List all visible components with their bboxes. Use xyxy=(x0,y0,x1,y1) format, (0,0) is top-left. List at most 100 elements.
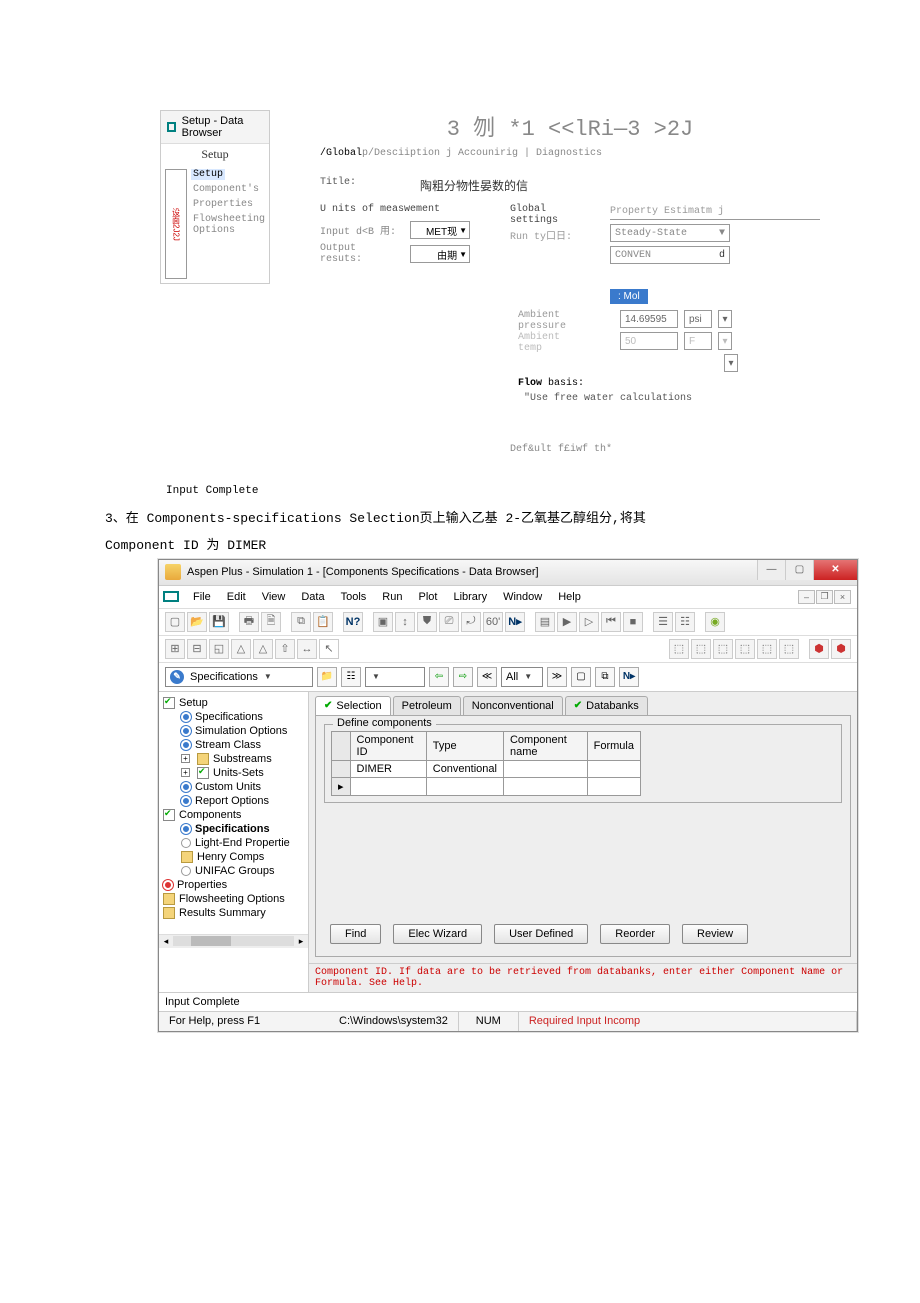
tool-d[interactable]: ⎚ xyxy=(439,612,459,632)
expander-icon[interactable]: + xyxy=(181,768,190,777)
open-icon[interactable]: 📂 xyxy=(187,612,207,632)
ambient-pressure-value[interactable]: 14.69595 xyxy=(620,310,678,328)
tab-nonconventional[interactable]: Nonconventional xyxy=(463,696,563,715)
t2-n[interactable]: ⬢ xyxy=(809,639,829,659)
menu-edit[interactable]: Edit xyxy=(221,589,252,605)
ambient-temp-unit[interactable]: F xyxy=(684,332,712,350)
tool-b[interactable]: ↕ xyxy=(395,612,415,632)
print-icon[interactable]: 🖶 xyxy=(239,612,259,632)
ambient-pressure-unit[interactable]: psi xyxy=(684,310,712,328)
scroll-thumb[interactable] xyxy=(191,936,231,946)
maximize-button[interactable]: ▢ xyxy=(785,560,813,580)
t2-g[interactable]: ↔ xyxy=(297,639,317,659)
nav-first-icon[interactable]: ≪ xyxy=(477,667,497,687)
print-preview-icon[interactable]: 🗎 xyxy=(261,612,281,632)
tool-e[interactable]: ⤾ xyxy=(461,612,481,632)
user-defined-button[interactable]: User Defined xyxy=(494,924,588,944)
scroll-right-icon[interactable]: ▸ xyxy=(294,936,308,947)
t2-d[interactable]: △ xyxy=(231,639,251,659)
tab-selection[interactable]: ✔Selection xyxy=(315,696,391,715)
menu-run[interactable]: Run xyxy=(376,589,408,605)
rewind-icon[interactable]: ⏮ xyxy=(601,612,621,632)
mini-tree-properties[interactable]: Properties xyxy=(191,199,269,210)
tab-databanks[interactable]: ✔Databanks xyxy=(565,696,648,715)
cell-empty[interactable] xyxy=(503,777,587,795)
menu-view[interactable]: View xyxy=(256,589,292,605)
menu-tools[interactable]: Tools xyxy=(335,589,373,605)
filter-all[interactable]: All▼ xyxy=(501,667,543,687)
mini-tree-setup[interactable]: Setup xyxy=(191,169,225,180)
tree-units-sets[interactable]: +Units-Sets xyxy=(159,766,308,780)
tool-g[interactable]: ☰ xyxy=(653,612,673,632)
mini-tree-flowsheeting[interactable]: Flowsheeting Options xyxy=(191,214,269,236)
menu-window[interactable]: Window xyxy=(497,589,548,605)
tab-petroleum[interactable]: Petroleum xyxy=(393,696,461,715)
table-row-empty[interactable]: ▸ xyxy=(332,777,641,795)
help-icon[interactable]: N? xyxy=(343,612,363,632)
tree-sim-options[interactable]: Simulation Options xyxy=(159,724,308,738)
paste-icon[interactable]: 📋 xyxy=(313,612,333,632)
tool-c[interactable]: ⛊ xyxy=(417,612,437,632)
folder-up-icon[interactable]: 📁 xyxy=(317,667,337,687)
t2-m[interactable]: ⬚ xyxy=(779,639,799,659)
scroll-left-icon[interactable]: ◂ xyxy=(159,936,173,947)
cell-formula[interactable] xyxy=(587,760,640,777)
nav-tool-a[interactable]: ☷ xyxy=(341,667,361,687)
valid-phases-dd[interactable]: ▾ xyxy=(724,354,738,372)
cell-component-id[interactable]: DIMER xyxy=(350,760,426,777)
find-button[interactable]: Find xyxy=(330,924,381,944)
cursor-icon[interactable]: ↖ xyxy=(319,639,339,659)
elec-wizard-button[interactable]: Elec Wizard xyxy=(393,924,482,944)
tree-flowsheeting[interactable]: Flowsheeting Options xyxy=(159,892,308,906)
t2-f[interactable]: ⇧ xyxy=(275,639,295,659)
menu-file[interactable]: File xyxy=(187,589,217,605)
tree-scrollbar[interactable]: ◂ ▸ xyxy=(159,934,308,948)
tool-a[interactable]: ▣ xyxy=(373,612,393,632)
tree-results[interactable]: Results Summary xyxy=(159,906,308,920)
tree-henry[interactable]: Henry Comps xyxy=(159,850,308,864)
ambient-temp-value[interactable]: 50 xyxy=(620,332,678,350)
tool-i[interactable]: ◉ xyxy=(705,612,725,632)
nav-new-icon[interactable]: ▢ xyxy=(571,667,591,687)
mdi-restore[interactable]: ❐ xyxy=(816,590,833,604)
cell-empty[interactable] xyxy=(350,777,426,795)
tree-specifications[interactable]: Specifications xyxy=(159,710,308,724)
input-data-dropdown[interactable]: MET现▼ xyxy=(410,221,470,239)
property-estimation[interactable]: Property Estimatm j xyxy=(610,204,820,220)
menu-plot[interactable]: Plot xyxy=(412,589,443,605)
tab-rest[interactable]: p/Desciiption j Accounirig | Diagnostics xyxy=(362,148,602,159)
units-selector[interactable]: ▼ xyxy=(365,667,425,687)
mdi-close[interactable]: × xyxy=(834,590,851,604)
nav-next-icon[interactable]: N▸ xyxy=(619,667,639,687)
output-results-dropdown[interactable]: 由期▼ xyxy=(410,245,470,263)
step-icon[interactable]: ▷ xyxy=(579,612,599,632)
t2-a[interactable]: ⊞ xyxy=(165,639,185,659)
tree-properties[interactable]: Properties xyxy=(159,878,308,892)
nav-last-icon[interactable]: ≫ xyxy=(547,667,567,687)
play-icon[interactable]: ▶ xyxy=(557,612,577,632)
tree-comp-spec[interactable]: Specifications xyxy=(159,822,308,836)
run-tool[interactable]: ▤ xyxy=(535,612,555,632)
tree-setup[interactable]: Setup xyxy=(159,696,308,710)
steady-state-dropdown[interactable]: Steady-State ▼ xyxy=(610,224,730,242)
nav-back-icon[interactable]: ⇦ xyxy=(429,667,449,687)
tree-unifac[interactable]: UNIFAC Groups xyxy=(159,864,308,878)
save-icon[interactable]: 💾 xyxy=(209,612,229,632)
nav-forward-icon[interactable]: ⇨ xyxy=(453,667,473,687)
menu-library[interactable]: Library xyxy=(447,589,493,605)
mini-tree-components[interactable]: Component's xyxy=(191,184,269,195)
minimize-button[interactable]: — xyxy=(757,560,785,580)
cell-empty[interactable] xyxy=(587,777,640,795)
cell-empty[interactable] xyxy=(426,777,503,795)
t2-j[interactable]: ⬚ xyxy=(713,639,733,659)
stop-icon[interactable]: ■ xyxy=(623,612,643,632)
new-icon[interactable]: ▢ xyxy=(165,612,185,632)
t2-l[interactable]: ⬚ xyxy=(757,639,777,659)
ambient-temp-dd[interactable]: ▾ xyxy=(718,332,732,350)
review-button[interactable]: Review xyxy=(682,924,748,944)
ambient-pressure-dd[interactable]: ▾ xyxy=(718,310,732,328)
menu-help[interactable]: Help xyxy=(552,589,587,605)
t2-h[interactable]: ⬚ xyxy=(669,639,689,659)
tab-global[interactable]: /Global xyxy=(320,148,362,159)
nav-copy-icon[interactable]: ⧉ xyxy=(595,667,615,687)
